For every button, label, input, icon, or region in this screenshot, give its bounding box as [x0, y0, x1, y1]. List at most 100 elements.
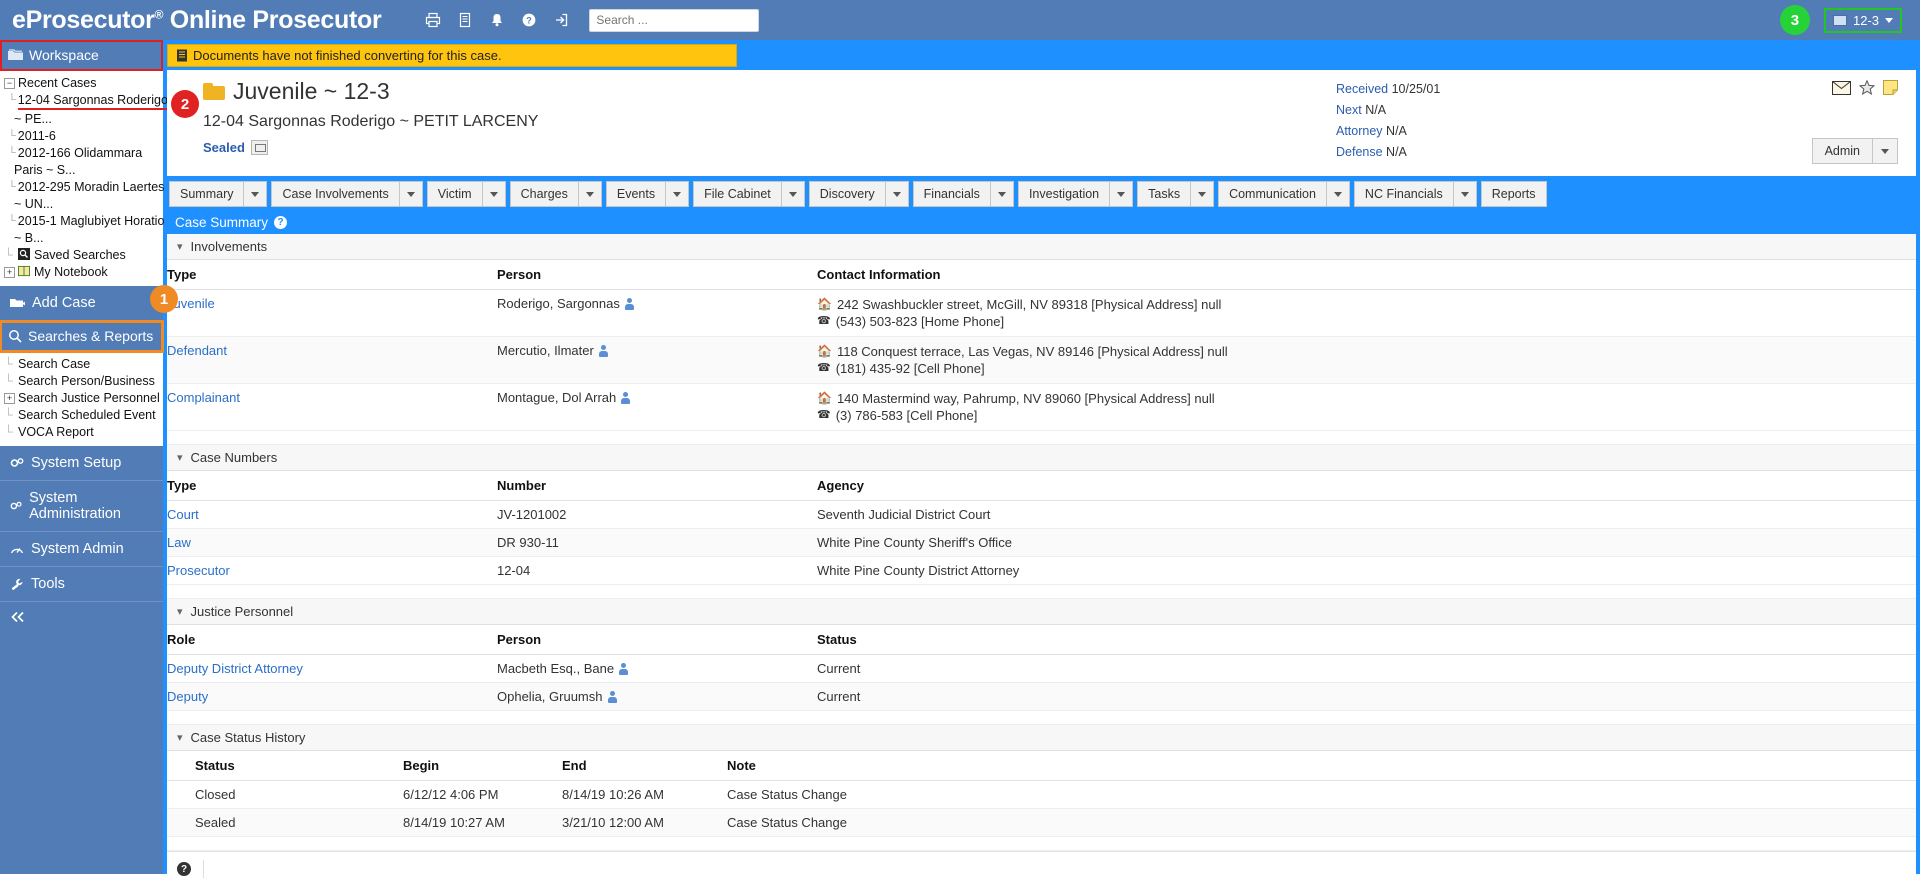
tab-label[interactable]: NC Financials: [1354, 181, 1454, 207]
envelope-icon[interactable]: [1832, 81, 1851, 95]
sidebar-item-searches-reports[interactable]: Searches & Reports: [0, 321, 163, 352]
list-item[interactable]: └ 2011-6: [0, 128, 163, 145]
sidebar-item-search-person-business[interactable]: └ Search Person/Business: [0, 373, 163, 390]
tab-dropdown[interactable]: [782, 181, 805, 207]
sidebar-item-tools[interactable]: Tools: [0, 567, 163, 602]
personnel-role-link[interactable]: Deputy: [167, 689, 208, 704]
person-icon[interactable]: [608, 691, 617, 703]
tab-dropdown[interactable]: [1454, 181, 1477, 207]
person-icon[interactable]: [619, 663, 628, 675]
tab-reports[interactable]: Reports: [1481, 181, 1547, 207]
sidebar-item-system-administration[interactable]: System Administration: [0, 481, 163, 532]
admin-dropdown-button[interactable]: [1873, 138, 1898, 164]
tab-label[interactable]: Summary: [169, 181, 244, 207]
section-header-case-numbers[interactable]: ▾ Case Numbers: [167, 445, 1916, 471]
recent-case-link[interactable]: 12-04 Sargonnas Roderigo: [18, 93, 168, 110]
tab-label[interactable]: Tasks: [1137, 181, 1191, 207]
help-icon[interactable]: ?: [274, 216, 287, 229]
expand-toggle-icon[interactable]: +: [4, 393, 15, 404]
tab-label[interactable]: Investigation: [1018, 181, 1110, 207]
tab-summary[interactable]: Summary: [169, 181, 267, 207]
tab-label[interactable]: Reports: [1481, 181, 1547, 207]
tab-label[interactable]: File Cabinet: [693, 181, 782, 207]
search-person-business-label: Search Person/Business: [18, 374, 155, 389]
personnel-role-link[interactable]: Deputy District Attorney: [167, 661, 303, 676]
sidebar-collapse-button[interactable]: [0, 602, 163, 635]
list-item[interactable]: └ 2015-1 Maglubiyet Horatio: [0, 213, 163, 230]
sidebar-item-add-case[interactable]: Add Case: [0, 286, 163, 321]
section-header-involvements[interactable]: ▾ Involvements: [167, 234, 1916, 260]
tab-dropdown[interactable]: [1110, 181, 1133, 207]
sidebar-item-workspace[interactable]: Workspace: [0, 40, 163, 71]
person-icon[interactable]: [621, 392, 630, 404]
tab-case-involvements[interactable]: Case Involvements: [271, 181, 422, 207]
tab-tasks[interactable]: Tasks: [1137, 181, 1214, 207]
star-icon[interactable]: [1859, 80, 1875, 95]
tab-dropdown[interactable]: [666, 181, 689, 207]
tree-node-recent-cases[interactable]: − Recent Cases: [0, 75, 163, 92]
list-item[interactable]: └ 2012-295 Moradin Laertes: [0, 179, 163, 196]
tab-nc-financials[interactable]: NC Financials: [1354, 181, 1477, 207]
tab-label[interactable]: Communication: [1218, 181, 1327, 207]
status-badge[interactable]: Sealed: [203, 140, 245, 155]
tab-label[interactable]: Victim: [427, 181, 483, 207]
recent-case-link[interactable]: 2011-6: [18, 129, 56, 144]
sidebar-item-voca-report[interactable]: └ VOCA Report: [0, 424, 163, 441]
tab-label[interactable]: Events: [606, 181, 666, 207]
case-number-type-link[interactable]: Law: [167, 535, 191, 550]
tab-victim[interactable]: Victim: [427, 181, 506, 207]
tab-dropdown[interactable]: [400, 181, 423, 207]
list-item[interactable]: └ 2012-166 Olidammara: [0, 145, 163, 162]
list-item[interactable]: └ 12-04 Sargonnas Roderigo: [0, 92, 163, 111]
recent-case-link[interactable]: 2012-166 Olidammara: [18, 146, 142, 161]
expand-toggle-icon[interactable]: +: [4, 267, 15, 278]
sidebar-item-search-scheduled-event[interactable]: └ Search Scheduled Event: [0, 407, 163, 424]
tab-dropdown[interactable]: [1191, 181, 1214, 207]
sidebar-item-saved-searches[interactable]: └ Saved Searches: [0, 247, 163, 264]
tab-label[interactable]: Charges: [510, 181, 579, 207]
section-header-justice-personnel[interactable]: ▾ Justice Personnel: [167, 599, 1916, 625]
involvement-type-link[interactable]: Complainant: [167, 390, 240, 405]
tab-file-cabinet[interactable]: File Cabinet: [693, 181, 805, 207]
tab-financials[interactable]: Financials: [913, 181, 1014, 207]
tab-dropdown[interactable]: [991, 181, 1014, 207]
tab-events[interactable]: Events: [606, 181, 689, 207]
help-icon[interactable]: ?: [521, 12, 537, 28]
case-number-type-link[interactable]: Court: [167, 507, 199, 522]
tab-label[interactable]: Discovery: [809, 181, 886, 207]
print-icon[interactable]: [425, 12, 441, 28]
recent-case-link[interactable]: 2015-1 Maglubiyet Horatio: [18, 214, 165, 229]
tab-label[interactable]: Financials: [913, 181, 991, 207]
notification-count-badge[interactable]: 3: [1780, 5, 1810, 35]
person-icon[interactable]: [625, 298, 634, 310]
involvement-type-link[interactable]: Defendant: [167, 343, 227, 358]
bell-icon[interactable]: [489, 12, 505, 28]
sidebar-item-search-justice-personnel[interactable]: + Search Justice Personnel: [0, 390, 163, 407]
sidebar-item-my-notebook[interactable]: + My Notebook: [0, 264, 163, 281]
search-input[interactable]: [589, 9, 759, 32]
tab-charges[interactable]: Charges: [510, 181, 602, 207]
admin-button[interactable]: Admin: [1812, 138, 1873, 164]
tab-investigation[interactable]: Investigation: [1018, 181, 1133, 207]
sticky-note-icon[interactable]: [1883, 80, 1898, 95]
tab-dropdown[interactable]: [244, 181, 267, 207]
recent-case-link[interactable]: 2012-295 Moradin Laertes: [18, 180, 165, 195]
logout-icon[interactable]: [553, 12, 569, 28]
section-header-case-status-history[interactable]: ▾ Case Status History: [167, 725, 1916, 751]
tab-label[interactable]: Case Involvements: [271, 181, 399, 207]
person-icon[interactable]: [599, 345, 608, 357]
sidebar-item-search-case[interactable]: └ Search Case: [0, 356, 163, 373]
tab-dropdown[interactable]: [483, 181, 506, 207]
tab-discovery[interactable]: Discovery: [809, 181, 909, 207]
tab-dropdown[interactable]: [886, 181, 909, 207]
sidebar-item-system-admin[interactable]: System Admin: [0, 532, 163, 567]
tab-dropdown[interactable]: [1327, 181, 1350, 207]
sidebar-item-system-setup[interactable]: System Setup: [0, 446, 163, 481]
current-case-chip[interactable]: 12-3: [1824, 8, 1902, 33]
collapse-toggle-icon[interactable]: −: [4, 78, 15, 89]
note-icon[interactable]: [251, 140, 268, 155]
tab-dropdown[interactable]: [579, 181, 602, 207]
tab-communication[interactable]: Communication: [1218, 181, 1350, 207]
case-number-type-link[interactable]: Prosecutor: [167, 563, 230, 578]
document-icon[interactable]: [457, 12, 473, 28]
